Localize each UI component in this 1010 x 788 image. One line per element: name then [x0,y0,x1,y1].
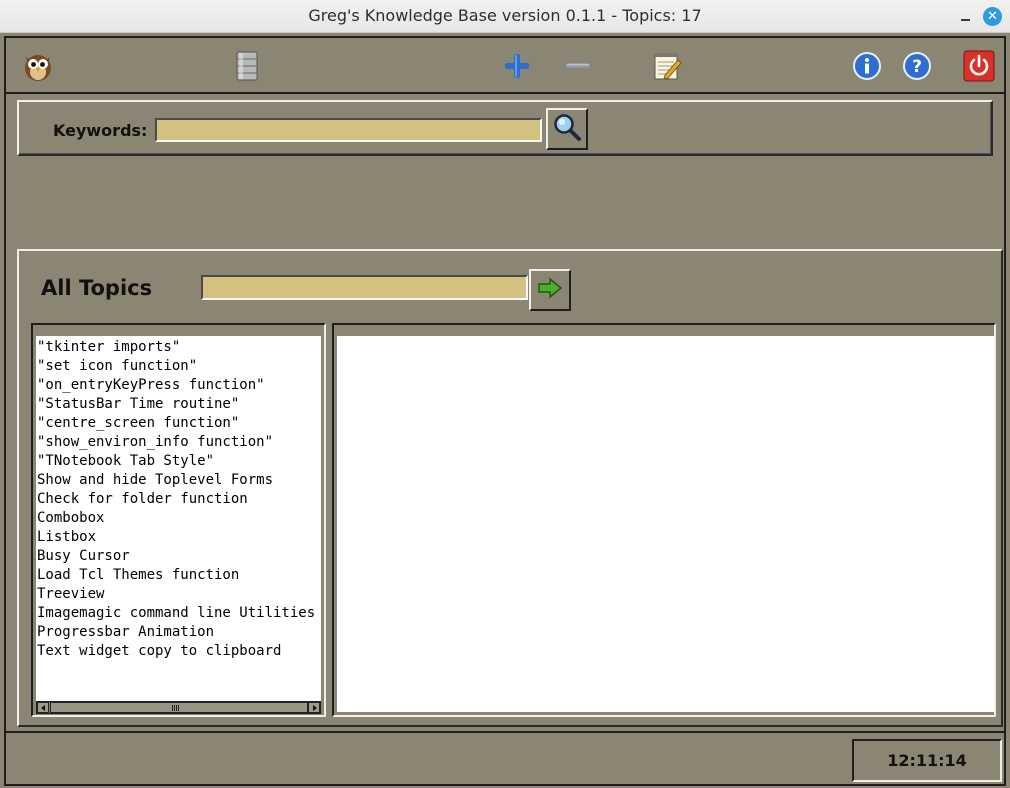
svg-text:?: ? [912,57,922,77]
list-item[interactable]: Progressbar Animation [36,623,321,642]
owl-icon[interactable] [20,48,56,84]
remove-icon[interactable] [560,48,596,84]
list-item[interactable]: Load Tcl Themes function [36,566,321,585]
topic-listbox[interactable]: "tkinter imports" "set icon function" "on_… [36,336,321,701]
status-clock: 12:11:14 [852,739,1002,782]
list-item[interactable]: "tkinter imports" [36,338,321,357]
scrollbar-thumb[interactable] [50,702,308,713]
window-titlebar: Greg's Knowledge Base version 0.1.1 - To… [0,0,1010,33]
minimize-button[interactable] [959,7,973,25]
list-item[interactable]: "on_entryKeyPress function" [36,376,321,395]
keywords-input[interactable] [155,118,542,142]
status-bar: 12:11:14 [6,731,1004,784]
content-text[interactable] [337,336,994,712]
list-item[interactable]: "set icon function" [36,357,321,376]
list-item[interactable]: Check for folder function [36,490,321,509]
toolbar: ? [6,38,1004,94]
app-window: ? Keywords: All Topics "tkinter imports"… [4,36,1006,786]
arrow-right-icon [537,277,563,303]
close-button[interactable]: ✕ [983,7,1002,26]
power-icon[interactable] [961,48,997,84]
scroll-left-icon[interactable] [37,702,49,713]
list-item[interactable]: "StatusBar Time routine" [36,395,321,414]
help-icon[interactable]: ? [899,48,935,84]
topics-panel: All Topics "tkinter imports" "set icon fu… [17,249,1003,727]
list-item[interactable]: Listbox [36,528,321,547]
list-item[interactable]: "TNotebook Tab Style" [36,452,321,471]
list-item[interactable]: Combobox [36,509,321,528]
keyword-search-panel: Keywords: [17,100,993,156]
content-frame [332,323,996,717]
list-item[interactable]: "show_environ_info function" [36,433,321,452]
add-icon[interactable] [499,48,535,84]
list-item[interactable]: Show and hide Toplevel Forms [36,471,321,490]
info-icon[interactable] [849,48,885,84]
search-button[interactable] [546,108,588,150]
topic-list-frame: "tkinter imports" "set icon function" "on_… [31,323,326,717]
topic-input[interactable] [201,275,528,300]
horizontal-scrollbar[interactable] [36,701,321,714]
scroll-right-icon[interactable] [308,702,320,713]
magnifier-icon [552,112,582,146]
edit-note-icon[interactable] [649,48,685,84]
list-item[interactable]: "centre_screen function" [36,414,321,433]
list-item[interactable]: Busy Cursor [36,547,321,566]
topics-title: All Topics [41,276,153,300]
go-button[interactable] [529,269,571,311]
list-item[interactable]: Text widget copy to clipboard [36,642,321,661]
window-title: Greg's Knowledge Base version 0.1.1 - To… [308,6,702,25]
database-icon[interactable] [229,48,265,84]
list-item[interactable]: Imagemagic command line Utilities [36,604,321,623]
keywords-label: Keywords: [53,121,148,140]
list-item[interactable]: Treeview [36,585,321,604]
